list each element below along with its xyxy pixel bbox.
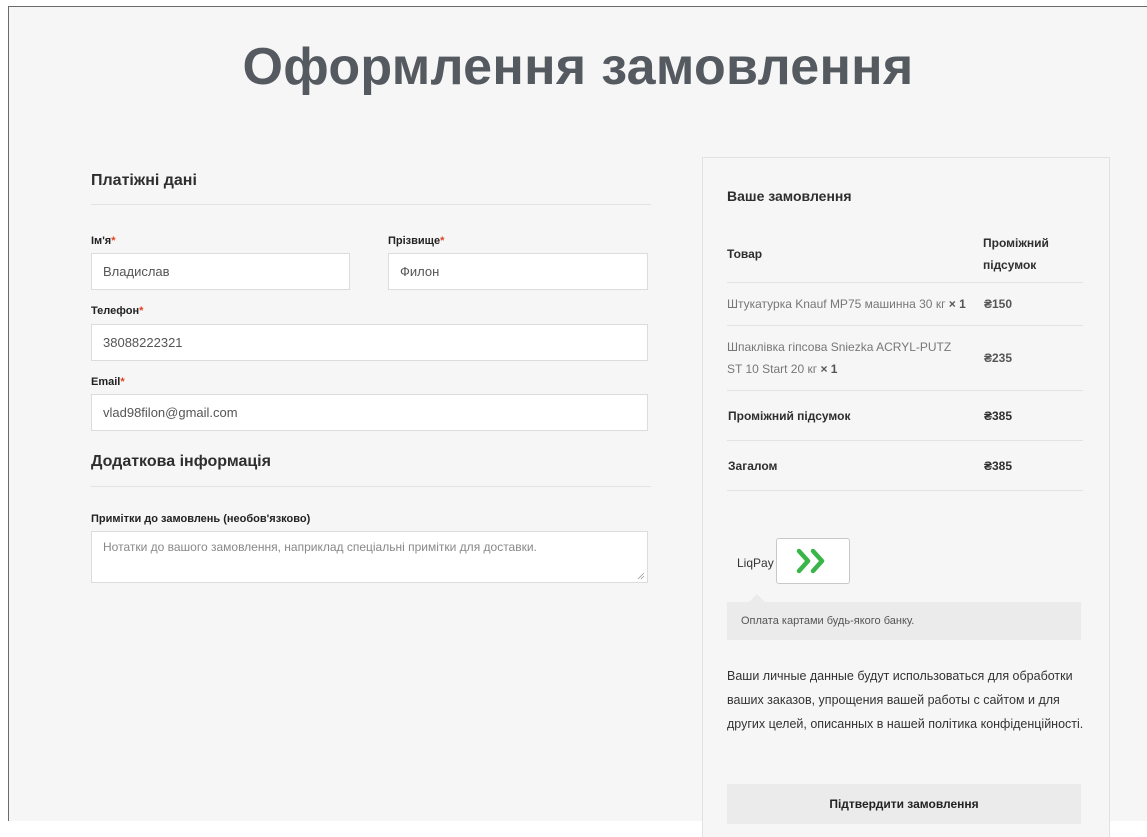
total-row: Загалом ₴385 [727,440,1083,491]
table-row: Штукатурка Knauf MP75 машинна 30 кг × 1 … [727,282,1083,326]
order-title: Ваше замовлення [727,188,852,204]
page-title: Оформлення замовлення [242,38,914,96]
first-name-label: Ім'я* [91,235,116,247]
product-price: ₴235 [983,325,1083,391]
subtotal-label: Проміжний підсумок [727,390,983,441]
product-qty: × 1 [820,362,838,376]
order-table-header: Товар Проміжний підсумок [727,228,1083,283]
order-table: Товар Проміжний підсумок Штукатурка Knau… [727,228,1083,491]
privacy-policy-link[interactable]: політика конфіденційності [928,717,1080,731]
payment-description-pointer [749,594,765,602]
product-column-header: Товар [727,228,983,283]
required-mark: * [440,235,445,247]
required-mark: * [120,376,125,388]
phone-input[interactable]: 38088222321 [91,324,648,361]
resize-grip-icon[interactable] [637,572,645,580]
billing-title: Платіжні дані [91,172,651,205]
product-qty: × 1 [948,297,966,311]
required-mark: * [139,305,144,317]
payment-method-label[interactable]: LiqPay [737,556,774,570]
liqpay-logo-button[interactable] [776,538,850,584]
table-row: Шпаклівка гіпсова Sniezka ACRYL-PUTZ ST … [727,325,1083,391]
required-mark: * [111,235,116,247]
last-name-input[interactable]: Филон [388,253,648,290]
product-name: Шпаклівка гіпсова Sniezka ACRYL-PUTZ ST … [727,325,983,391]
order-notes-label: Примітки до замовлень (необов'язково) [91,513,311,525]
place-order-button[interactable]: Підтвердити замовлення [727,784,1081,824]
additional-info-section: Додаткова інформація [91,453,651,487]
email-input[interactable]: vlad98filon@gmail.com [91,394,648,431]
product-price: ₴150 [983,282,1083,326]
subtotal-row: Проміжний підсумок ₴385 [727,390,1083,441]
payment-description: Оплата картами будь-якого банку. [727,602,1081,640]
checkout-page: Оформлення замовлення Платіжні дані Ім'я… [8,6,1147,837]
last-name-label: Прізвище* [388,235,445,247]
product-name: Штукатурка Knauf MP75 машинна 30 кг × 1 [727,282,983,326]
email-label: Email* [91,376,125,388]
subtotal-column-header: Проміжний підсумок [983,228,1083,283]
privacy-notice: Ваши личные данные будут использоваться … [727,669,1084,731]
total-label: Загалом [727,440,983,491]
order-notes-textarea[interactable]: Нотатки до вашого замовлення, наприклад … [91,531,648,583]
additional-info-title: Додаткова інформація [91,453,651,487]
billing-section: Платіжні дані [91,172,651,205]
first-name-input[interactable]: Владислав [91,253,350,290]
subtotal-value: ₴385 [983,390,1083,441]
total-value: ₴385 [983,440,1083,491]
order-review-panel: Ваше замовлення Товар Проміжний підсумок… [702,157,1110,837]
phone-label: Телефон* [91,305,144,317]
liqpay-chevrons-icon [796,548,825,574]
